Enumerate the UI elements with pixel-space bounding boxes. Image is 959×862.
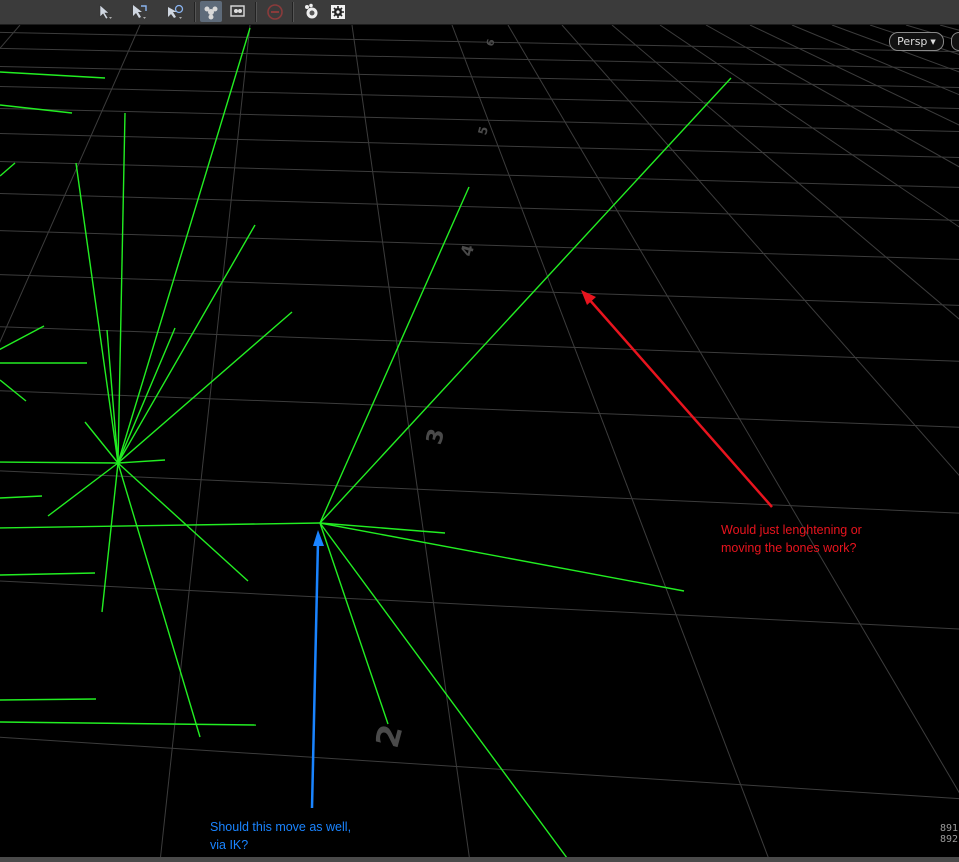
chevron-down-icon: ▼ [930, 37, 936, 46]
annotation-red: Would just lenghtening or moving the bon… [721, 521, 862, 557]
coordinate-value: 892 [940, 834, 959, 845]
move-tool-icon [133, 4, 147, 19]
render-settings-button[interactable] [300, 1, 322, 22]
ground-grid [0, 25, 959, 862]
select-tool-icon [99, 3, 112, 19]
bone-capture-button[interactable] [200, 1, 222, 22]
annotation-blue-line2: via IK? [210, 838, 249, 852]
coordinate-value: 891 [940, 823, 959, 834]
render-settings-icon [305, 3, 318, 18]
grid-label: 2 [368, 720, 410, 751]
annotation-blue: Should this move as well, via IK? [210, 818, 351, 854]
display-options-button[interactable] [951, 32, 959, 51]
viewport-toolbar [0, 0, 959, 25]
move-tool-button[interactable] [128, 1, 150, 22]
rotate-tool-icon [168, 4, 184, 19]
3d-viewport[interactable]: 2 3 4 5 6 [0, 25, 959, 862]
blue-arrow [310, 540, 320, 809]
annotation-blue-line1: Should this move as well, [210, 820, 352, 834]
annotation-red-line2: moving the bones work? [721, 541, 857, 555]
status-bar [0, 857, 959, 862]
disabled-no-button[interactable] [264, 1, 286, 22]
camera-menu-button[interactable]: Persp ▼ [889, 32, 944, 51]
rotate-tool-button[interactable] [164, 1, 186, 22]
blue-arrowhead [313, 530, 324, 546]
magnify-view-icon [230, 4, 245, 17]
bone-capture-icon [204, 6, 218, 19]
grid-label: 3 [422, 426, 450, 447]
camera-menu-label: Persp [897, 35, 928, 48]
select-tool-button[interactable] [94, 1, 116, 22]
coordinate-readout: 891 892 [940, 823, 958, 845]
disabled-no-icon [267, 3, 283, 20]
red-arrow [587, 297, 773, 508]
bone-skeleton[interactable] [0, 27, 732, 862]
viewport-canvas: 2 3 4 5 6 [0, 25, 959, 862]
grid-label: 6 [485, 38, 497, 48]
annotation-red-line1: Would just lenghtening or [721, 523, 862, 537]
grid-label: 5 [475, 125, 491, 137]
magnify-view-button[interactable] [227, 1, 249, 22]
gear-icon [331, 4, 345, 19]
gear-button[interactable] [327, 1, 349, 22]
